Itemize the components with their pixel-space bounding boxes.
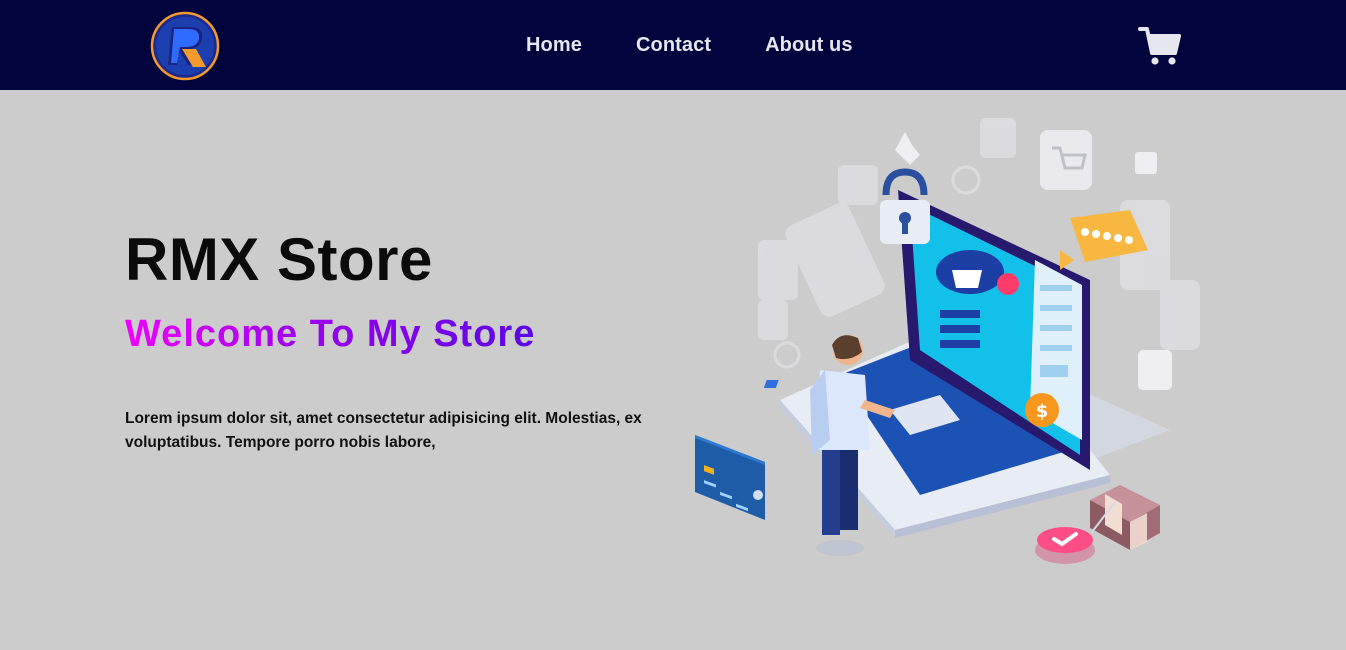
nav-links: Home Contact About us [526,0,853,90]
price-badge: $ [1036,401,1049,422]
nav-link-home[interactable]: Home [526,34,582,57]
rmx-logo-icon[interactable] [150,11,220,81]
nav-link-contact[interactable]: Contact [636,34,711,57]
hero-section: RMX Store Welcome To My Store Lorem ipsu… [0,90,1346,650]
welcome-subtitle: Welcome To My Store [125,313,536,355]
navbar: Home Contact About us [0,0,1346,90]
nav-link-about-us[interactable]: About us [765,34,852,57]
page-title: RMX Store [125,226,433,293]
hero-description: Lorem ipsum dolor sit, amet consectetur … [125,410,642,451]
online-shopping-illustration: $ [690,110,1220,600]
shopping-cart-icon[interactable] [1138,26,1182,68]
